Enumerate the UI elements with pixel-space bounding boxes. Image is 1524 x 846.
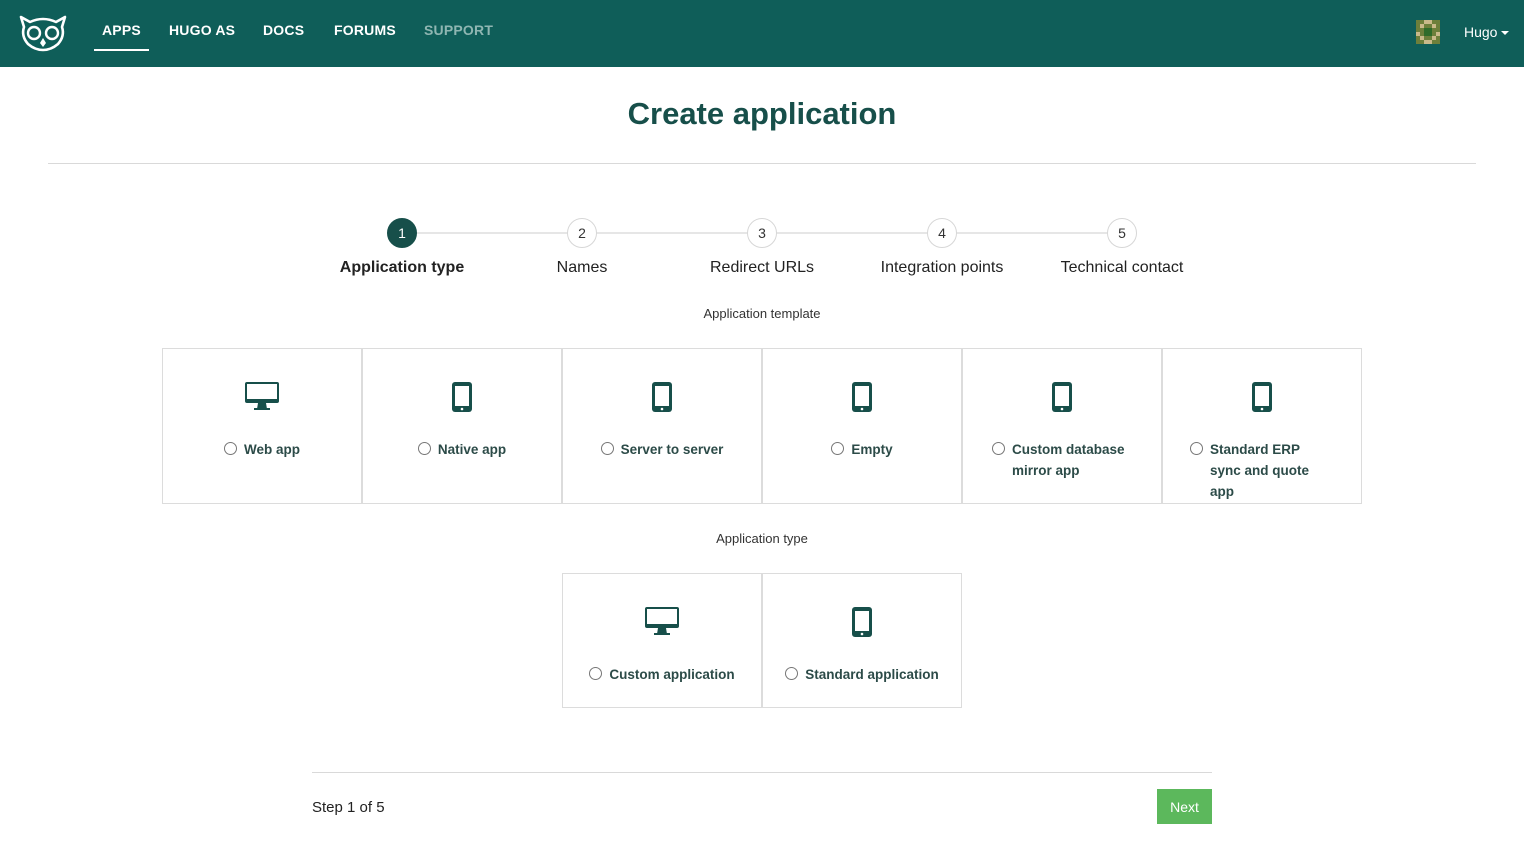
- type-section-label: Application type: [716, 531, 808, 546]
- radio-button[interactable]: [1190, 442, 1203, 455]
- step-label: Redirect URLs: [709, 259, 815, 276]
- nav-apps[interactable]: APPS: [94, 22, 149, 51]
- mobile-icon: [452, 382, 472, 412]
- avatar-icon[interactable]: [1416, 20, 1440, 44]
- step-number: 1: [387, 218, 417, 248]
- step-label: Names: [556, 259, 608, 276]
- template-option-standard-erp-sync[interactable]: Standard ERP sync and quote app: [1162, 348, 1362, 504]
- step-label: Technical contact: [1060, 259, 1184, 276]
- option-label: Standard ERP sync and quote app: [1210, 442, 1310, 499]
- option-label: Native app: [437, 442, 507, 457]
- mobile-icon: [652, 382, 672, 412]
- nav-support[interactable]: SUPPORT: [424, 22, 493, 38]
- step-number: 3: [747, 218, 777, 248]
- radio-button[interactable]: [600, 442, 614, 455]
- mobile-icon: [1052, 382, 1072, 412]
- step-number: 2: [567, 218, 597, 248]
- nav-hugo-as[interactable]: HUGO AS: [169, 22, 235, 38]
- template-option-server-to-server[interactable]: Server to server: [562, 348, 762, 504]
- page-title: Create application: [627, 96, 897, 131]
- radio-button[interactable]: [417, 442, 431, 455]
- top-navbar: APPS HUGO AS DOCS FORUMS SUPPORT Hugo: [0, 0, 1524, 67]
- user-name: Hugo: [1464, 24, 1498, 40]
- option-label: Custom database mirror app: [1012, 442, 1125, 478]
- caret-down-icon: [1501, 31, 1510, 36]
- step-label: Integration points: [880, 259, 1004, 276]
- title-divider: [48, 163, 1476, 164]
- radio-button[interactable]: [831, 442, 845, 455]
- template-option-empty[interactable]: Empty: [762, 348, 962, 504]
- next-button[interactable]: Next: [1157, 789, 1212, 824]
- footer-divider: [312, 772, 1212, 773]
- mobile-icon: [1252, 382, 1272, 412]
- mobile-icon: [852, 382, 872, 412]
- step-number: 4: [927, 218, 957, 248]
- option-label: Web app: [243, 442, 300, 457]
- type-option-custom-application[interactable]: Custom application: [562, 573, 762, 708]
- template-section-label: Application template: [703, 306, 821, 321]
- radio-button[interactable]: [785, 667, 799, 680]
- option-label: Custom application: [609, 667, 735, 682]
- option-label: Empty: [851, 442, 893, 457]
- radio-button[interactable]: [589, 667, 603, 680]
- radio-button[interactable]: [223, 442, 237, 455]
- template-option-custom-database-mirror-app[interactable]: Custom database mirror app: [962, 348, 1162, 504]
- step-number: 5: [1107, 218, 1137, 248]
- type-option-standard-application[interactable]: Standard application: [762, 573, 962, 708]
- desktop-icon: [645, 607, 679, 635]
- user-menu[interactable]: Hugo: [1464, 24, 1510, 40]
- step-counter: Step 1 of 5: [312, 799, 385, 816]
- nav-forums[interactable]: FORUMS: [334, 22, 396, 38]
- template-option-native-app[interactable]: Native app: [362, 348, 562, 504]
- template-option-web-app[interactable]: Web app: [162, 348, 362, 504]
- desktop-icon: [245, 382, 279, 410]
- step-label: Application type: [339, 259, 465, 276]
- nav-docs[interactable]: DOCS: [263, 22, 304, 38]
- option-label: Standard application: [805, 667, 939, 682]
- mobile-icon: [852, 607, 872, 637]
- owl-logo-icon[interactable]: [18, 14, 68, 52]
- option-label: Server to server: [620, 442, 724, 457]
- radio-button[interactable]: [992, 442, 1005, 455]
